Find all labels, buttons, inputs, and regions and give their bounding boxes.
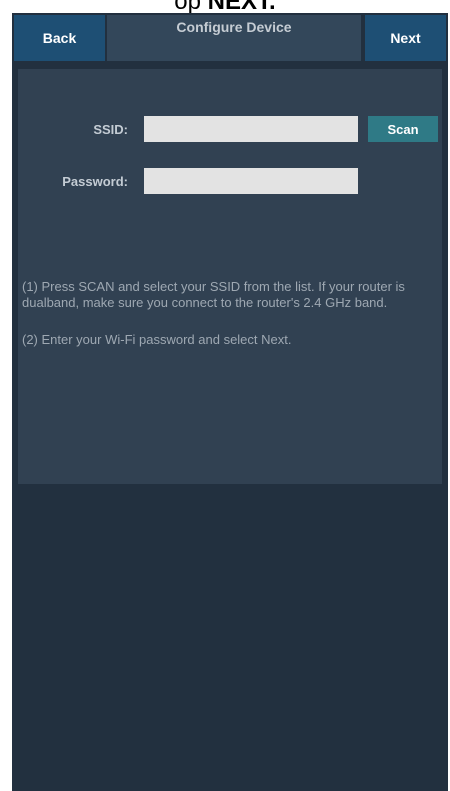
device-screen: Back Configure Device Next SSID: Scan Pa… [12,13,448,791]
ssid-input[interactable] [144,116,358,142]
scan-button[interactable]: Scan [368,116,438,142]
password-input[interactable] [144,168,358,194]
page-title: Configure Device [107,15,361,61]
next-button[interactable]: Next [365,15,446,61]
ssid-label: SSID: [93,122,128,137]
configure-panel: SSID: Scan Password: (1) Press SCAN and … [18,69,442,484]
top-bar: Back Configure Device Next [12,13,448,63]
back-button[interactable]: Back [14,15,105,61]
password-label: Password: [62,174,128,189]
instruction-step-2: (2) Enter your Wi-Fi password and select… [22,332,292,347]
instruction-step-1: (1) Press SCAN and select your SSID from… [22,279,405,310]
